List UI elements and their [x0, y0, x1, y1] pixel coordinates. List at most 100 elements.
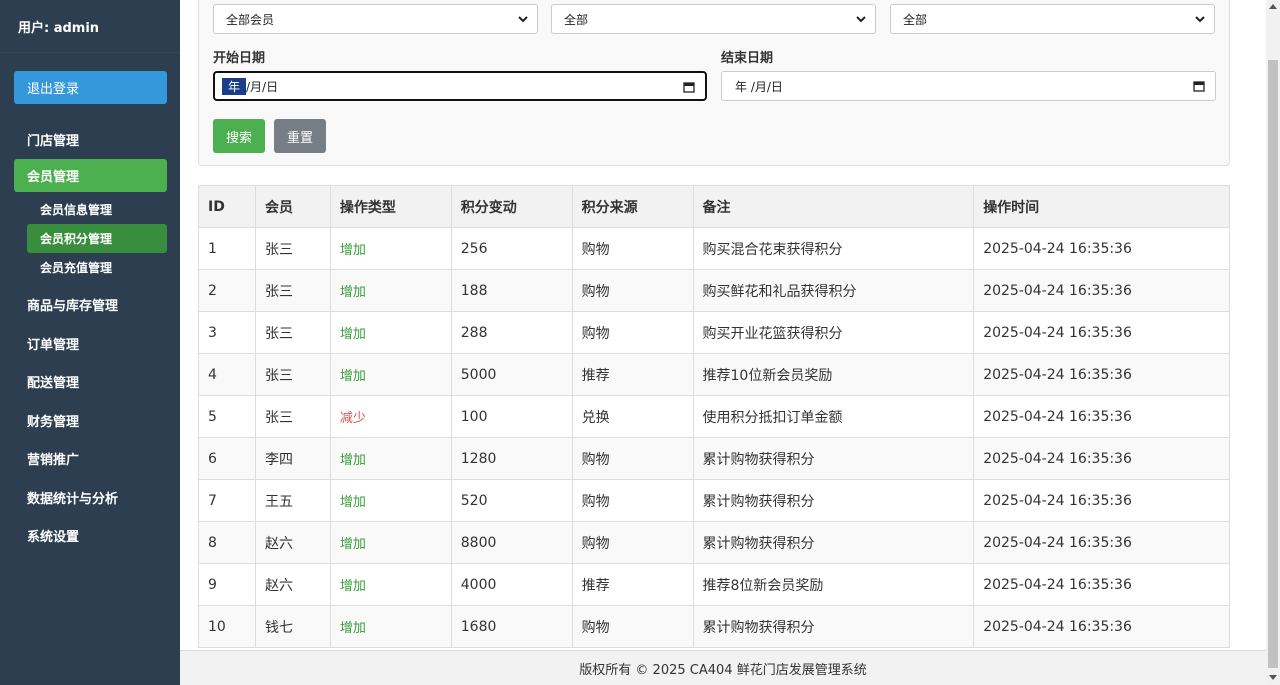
cell-type: 增加: [329, 605, 452, 648]
cell-id: 4: [198, 353, 256, 396]
reset-button[interactable]: 重置: [274, 119, 326, 153]
cell-id: 9: [198, 563, 256, 606]
cell-note: 累计购物获得积分: [692, 479, 975, 522]
cell-member: 张三: [254, 395, 331, 438]
cell-note: 购买开业花篮获得积分: [692, 311, 975, 354]
header-id: ID: [198, 185, 256, 228]
cell-time: 2025-04-24 16:35:36: [973, 269, 1230, 312]
vertical-scrollbar[interactable]: [1266, 0, 1280, 685]
source-select[interactable]: 全部: [890, 4, 1215, 34]
cell-note: 累计购物获得积分: [692, 521, 975, 564]
points-table: ID 会员 操作类型 积分变动 积分来源 备注 操作时间 1 张三 增加 256…: [198, 185, 1230, 648]
start-date-rest: /月/日: [246, 79, 279, 94]
sidebar-subitem-member-points[interactable]: 会员积分管理: [27, 223, 167, 253]
sidebar-item-finance[interactable]: 财务管理: [0, 401, 180, 440]
cell-id: 7: [198, 479, 256, 522]
cell-member: 王五: [254, 479, 331, 522]
cell-id: 10: [198, 605, 256, 648]
member-select[interactable]: 全部会员: [213, 4, 538, 34]
calendar-icon[interactable]: [683, 81, 695, 93]
cell-member: 张三: [254, 269, 331, 312]
cell-type: 增加: [329, 521, 452, 564]
cell-source: 购物: [571, 437, 694, 480]
cell-note: 推荐8位新会员奖励: [692, 563, 975, 606]
scroll-down-arrow-icon[interactable]: [1269, 675, 1277, 680]
cell-member: 张三: [254, 311, 331, 354]
sidebar-item-members[interactable]: 会员管理: [14, 158, 167, 192]
cell-time: 2025-04-24 16:35:36: [973, 311, 1230, 354]
end-date-label: 结束日期: [721, 51, 774, 66]
sidebar-item-settings[interactable]: 系统设置: [0, 517, 180, 556]
cell-time: 2025-04-24 16:35:36: [973, 479, 1230, 522]
cell-type: 增加: [329, 269, 452, 312]
user-label: 用户: admin: [0, 0, 180, 53]
cell-points: 256: [450, 227, 573, 270]
cell-type: 增加: [329, 563, 452, 606]
cell-note: 累计购物获得积分: [692, 437, 975, 480]
filter-panel: 全部会员 全部 全部 开始日期 结束日期 年 /月/日 年 /月/日 搜索 重置: [198, 0, 1230, 166]
cell-id: 6: [198, 437, 256, 480]
sidebar-menu: 门店管理 会员管理 会员信息管理 会员积分管理 会员充值管理 商品与库存管理 订…: [0, 120, 180, 555]
cell-member: 张三: [254, 227, 331, 270]
start-date-year: 年: [222, 77, 247, 95]
sidebar-item-orders[interactable]: 订单管理: [0, 324, 180, 363]
table-row: 3 张三 增加 288 购物 购买开业花篮获得积分 2025-04-24 16:…: [198, 311, 1230, 354]
cell-points: 288: [450, 311, 573, 354]
header-member: 会员: [254, 185, 331, 228]
cell-note: 推荐10位新会员奖励: [692, 353, 975, 396]
source-select-value: 全部: [903, 12, 928, 27]
scrollbar-thumb[interactable]: [1268, 60, 1278, 668]
cell-note: 购买混合花束获得积分: [692, 227, 975, 270]
scroll-up-arrow-icon[interactable]: [1269, 4, 1277, 9]
cell-points: 100: [450, 395, 573, 438]
cell-time: 2025-04-24 16:35:36: [973, 437, 1230, 480]
cell-source: 购物: [571, 479, 694, 522]
cell-member: 赵六: [254, 563, 331, 606]
cell-source: 购物: [571, 269, 694, 312]
end-date-input[interactable]: 年 /月/日: [721, 71, 1216, 101]
cell-type: 增加: [329, 437, 452, 480]
logout-button[interactable]: 退出登录: [14, 71, 167, 104]
table-row: 9 赵六 增加 4000 推荐 推荐8位新会员奖励 2025-04-24 16:…: [198, 563, 1230, 606]
table-row: 2 张三 增加 188 购物 购买鲜花和礼品获得积分 2025-04-24 16…: [198, 269, 1230, 312]
chevron-down-icon: [856, 16, 866, 23]
table-row: 5 张三 减少 100 兑换 使用积分抵扣订单金额 2025-04-24 16:…: [198, 395, 1230, 438]
search-button[interactable]: 搜索: [213, 119, 265, 153]
cell-member: 李四: [254, 437, 331, 480]
cell-id: 3: [198, 311, 256, 354]
cell-source: 推荐: [571, 563, 694, 606]
cell-note: 累计购物获得积分: [692, 605, 975, 648]
header-time: 操作时间: [973, 185, 1230, 228]
table-row: 4 张三 增加 5000 推荐 推荐10位新会员奖励 2025-04-24 16…: [198, 353, 1230, 396]
start-date-input[interactable]: 年 /月/日: [213, 71, 707, 101]
calendar-icon[interactable]: [1193, 80, 1205, 92]
sidebar: 用户: admin 退出登录 门店管理 会员管理 会员信息管理 会员积分管理 会…: [0, 0, 180, 685]
sidebar-subitem-member-recharge[interactable]: 会员充值管理: [27, 253, 167, 282]
members-submenu: 会员信息管理 会员积分管理 会员充值管理: [0, 192, 180, 286]
sidebar-item-delivery[interactable]: 配送管理: [0, 363, 180, 402]
cell-time: 2025-04-24 16:35:36: [973, 563, 1230, 606]
sidebar-item-marketing[interactable]: 营销推广: [0, 440, 180, 479]
header-source: 积分来源: [571, 185, 694, 228]
table-header-row: ID 会员 操作类型 积分变动 积分来源 备注 操作时间: [198, 185, 1230, 228]
cell-member: 赵六: [254, 521, 331, 564]
cell-type: 增加: [329, 227, 452, 270]
footer-copyright: 版权所有 © 2025 CA404 鲜花门店发展管理系统: [579, 662, 867, 678]
cell-member: 钱七: [254, 605, 331, 648]
table-row: 1 张三 增加 256 购物 购买混合花束获得积分 2025-04-24 16:…: [198, 227, 1230, 270]
sidebar-item-store[interactable]: 门店管理: [0, 120, 180, 159]
sidebar-item-products[interactable]: 商品与库存管理: [0, 286, 180, 325]
start-date-label: 开始日期: [213, 51, 266, 66]
sidebar-subitem-member-info[interactable]: 会员信息管理: [27, 195, 167, 224]
cell-points: 4000: [450, 563, 573, 606]
type-select[interactable]: 全部: [551, 4, 876, 34]
header-type: 操作类型: [329, 185, 452, 228]
header-points: 积分变动: [450, 185, 573, 228]
sidebar-item-analytics[interactable]: 数据统计与分析: [0, 478, 180, 517]
chevron-down-icon: [518, 16, 528, 23]
cell-time: 2025-04-24 16:35:36: [973, 353, 1230, 396]
cell-note: 购买鲜花和礼品获得积分: [692, 269, 975, 312]
main-content: 全部会员 全部 全部 开始日期 结束日期 年 /月/日 年 /月/日 搜索 重置: [180, 0, 1266, 685]
cell-id: 2: [198, 269, 256, 312]
table-row: 6 李四 增加 1280 购物 累计购物获得积分 2025-04-24 16:3…: [198, 437, 1230, 480]
